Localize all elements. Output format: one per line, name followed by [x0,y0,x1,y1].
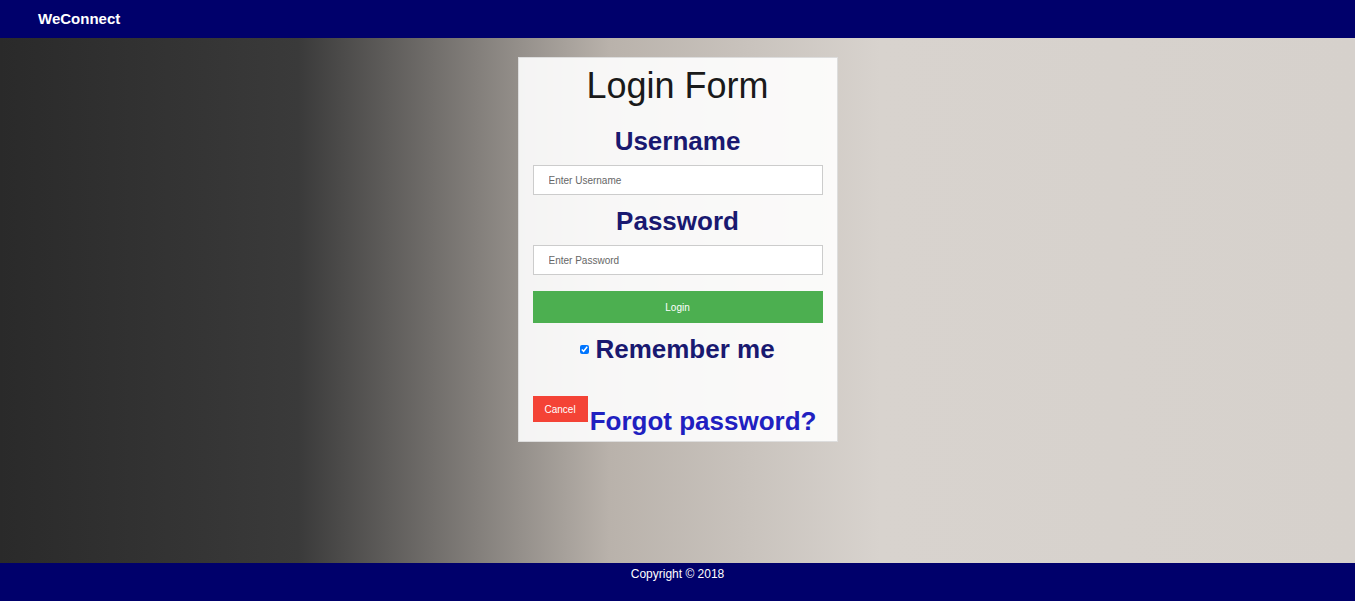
brand[interactable]: WeConnect [38,8,120,31]
form-title: Login Form [533,58,823,108]
password-input[interactable] [533,245,823,275]
cancel-button[interactable]: Cancel [533,396,588,422]
form-field: Password [533,195,823,275]
footer: Copyright © 2018 [0,563,1355,601]
login-card: Login Form Username Password Login Remember … [518,57,838,442]
form-field: Username [533,108,823,195]
background-photo: Login Form Username Password Login Remember … [0,38,1355,563]
bottom-row: CancelForgot password? [533,396,823,438]
login-button[interactable]: Login [533,291,823,323]
forgot-password-link[interactable]: Forgot password? [590,404,817,438]
remember-checkbox[interactable] [580,345,589,354]
navbar: WeConnect [0,0,1355,38]
field-label: Password [533,204,823,238]
field-label: Username [533,124,823,158]
remember-me[interactable]: Remember me [533,332,823,366]
text-input[interactable] [533,165,823,195]
login-page: WeConnectLogin FormUsernamePasswordLogin… [0,0,1355,601]
copyright: Copyright © 2018 [631,565,725,583]
remember-label: Remember me [595,332,774,366]
